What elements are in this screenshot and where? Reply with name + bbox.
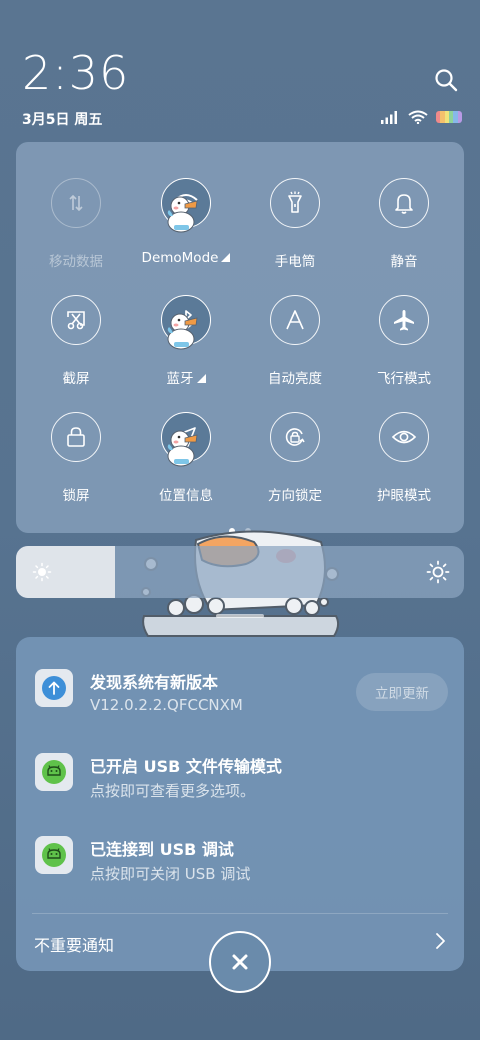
mobile-data-icon xyxy=(69,194,83,212)
auto-brightness-icon xyxy=(286,310,304,330)
app-icon xyxy=(35,753,73,791)
duck-sticker-icon xyxy=(167,196,198,233)
notification-subtitle: 点按即可关闭 USB 调试 xyxy=(90,865,251,883)
drag-handle[interactable] xyxy=(216,614,264,618)
signal-icon xyxy=(381,111,397,124)
notification-title: 已连接到 USB 调试 xyxy=(90,840,234,859)
tile-label: 方向锁定 xyxy=(268,488,322,504)
tile-rotation-lock[interactable]: 方向锁定 xyxy=(240,412,350,504)
tile-mobile-data[interactable]: 移动数据 xyxy=(21,178,131,270)
app-icon xyxy=(35,669,73,707)
tile-flashlight[interactable]: 手电筒 xyxy=(240,178,350,270)
notification-subtitle: V12.0.2.2.QFCCNXM xyxy=(90,696,243,714)
clear-all-button[interactable] xyxy=(209,931,271,993)
update-arrow-icon xyxy=(42,676,66,700)
update-now-button[interactable]: 立即更新 xyxy=(356,673,448,711)
tile-eye-care[interactable]: 护眼模式 xyxy=(349,412,459,504)
brightness-slider[interactable] xyxy=(16,546,464,598)
quick-settings-panel: 移动数据 DemoMode 手电筒 静音 截屏 蓝牙 自动亮度 飞行模式 锁屏 … xyxy=(16,142,464,534)
screenshot-icon xyxy=(67,311,85,330)
close-icon xyxy=(232,954,248,970)
wifi-icon xyxy=(408,110,428,124)
tile-label: 位置信息 xyxy=(159,488,213,504)
flashlight-icon xyxy=(288,191,302,213)
notification-subtitle: 点按即可查看更多选项。 xyxy=(90,782,256,800)
tile-label: 静音 xyxy=(390,254,418,270)
expand-indicator xyxy=(196,374,206,383)
rotation-lock-icon xyxy=(285,428,305,446)
battery-icon xyxy=(436,111,462,123)
tile-auto-brightness[interactable]: 自动亮度 xyxy=(240,295,350,387)
lock-icon xyxy=(67,427,85,447)
tile-label: 移动数据 xyxy=(49,254,103,270)
notification-title: 已开启 USB 文件传输模式 xyxy=(90,757,282,776)
tile-label: 自动亮度 xyxy=(268,371,322,387)
notification-title: 发现系统有新版本 xyxy=(90,673,219,692)
brightness-high-icon xyxy=(426,560,450,584)
search-icon xyxy=(435,69,458,92)
brightness-low-icon xyxy=(32,562,52,582)
tile-lock-screen[interactable]: 锁屏 xyxy=(21,412,131,504)
tile-label: 护眼模式 xyxy=(377,488,431,504)
notification-item[interactable]: 已连接到 USB 调试 点按即可关闭 USB 调试 xyxy=(16,836,464,896)
duck-sticker-icon xyxy=(167,430,198,467)
tile-label: 蓝牙 xyxy=(166,371,194,387)
android-icon xyxy=(42,843,66,867)
chevron-right-icon[interactable] xyxy=(434,931,448,951)
eye-icon xyxy=(391,430,417,444)
app-icon xyxy=(35,836,73,874)
tile-label: 截屏 xyxy=(62,371,90,387)
brightness-fill xyxy=(16,546,115,598)
tile-label: DemoMode xyxy=(141,250,219,266)
tile-silent[interactable]: 静音 xyxy=(349,178,459,270)
tile-label: 手电筒 xyxy=(274,254,316,270)
tile-label: 飞行模式 xyxy=(377,371,431,387)
airplane-icon xyxy=(394,310,414,331)
tile-label: 锁屏 xyxy=(62,488,90,504)
date-label: 3月5日 周五 xyxy=(22,112,103,128)
tile-airplane[interactable]: 飞行模式 xyxy=(349,295,459,387)
tile-screenshot[interactable]: 截屏 xyxy=(21,295,131,387)
status-icons xyxy=(380,110,462,124)
android-icon xyxy=(42,760,66,784)
divider xyxy=(32,913,448,914)
notification-item[interactable]: 已开启 USB 文件传输模式 点按即可查看更多选项。 xyxy=(16,753,464,813)
search-button[interactable] xyxy=(432,66,460,94)
notification-panel: 发现系统有新版本 V12.0.2.2.QFCCNXM 立即更新 已开启 USB … xyxy=(16,637,464,971)
expand-indicator xyxy=(221,253,231,262)
unimportant-notifications-link[interactable]: 不重要通知 xyxy=(34,932,114,956)
duck-sticker-icon xyxy=(167,313,198,350)
clock: 2:36 xyxy=(22,46,130,100)
bell-icon xyxy=(395,194,413,214)
